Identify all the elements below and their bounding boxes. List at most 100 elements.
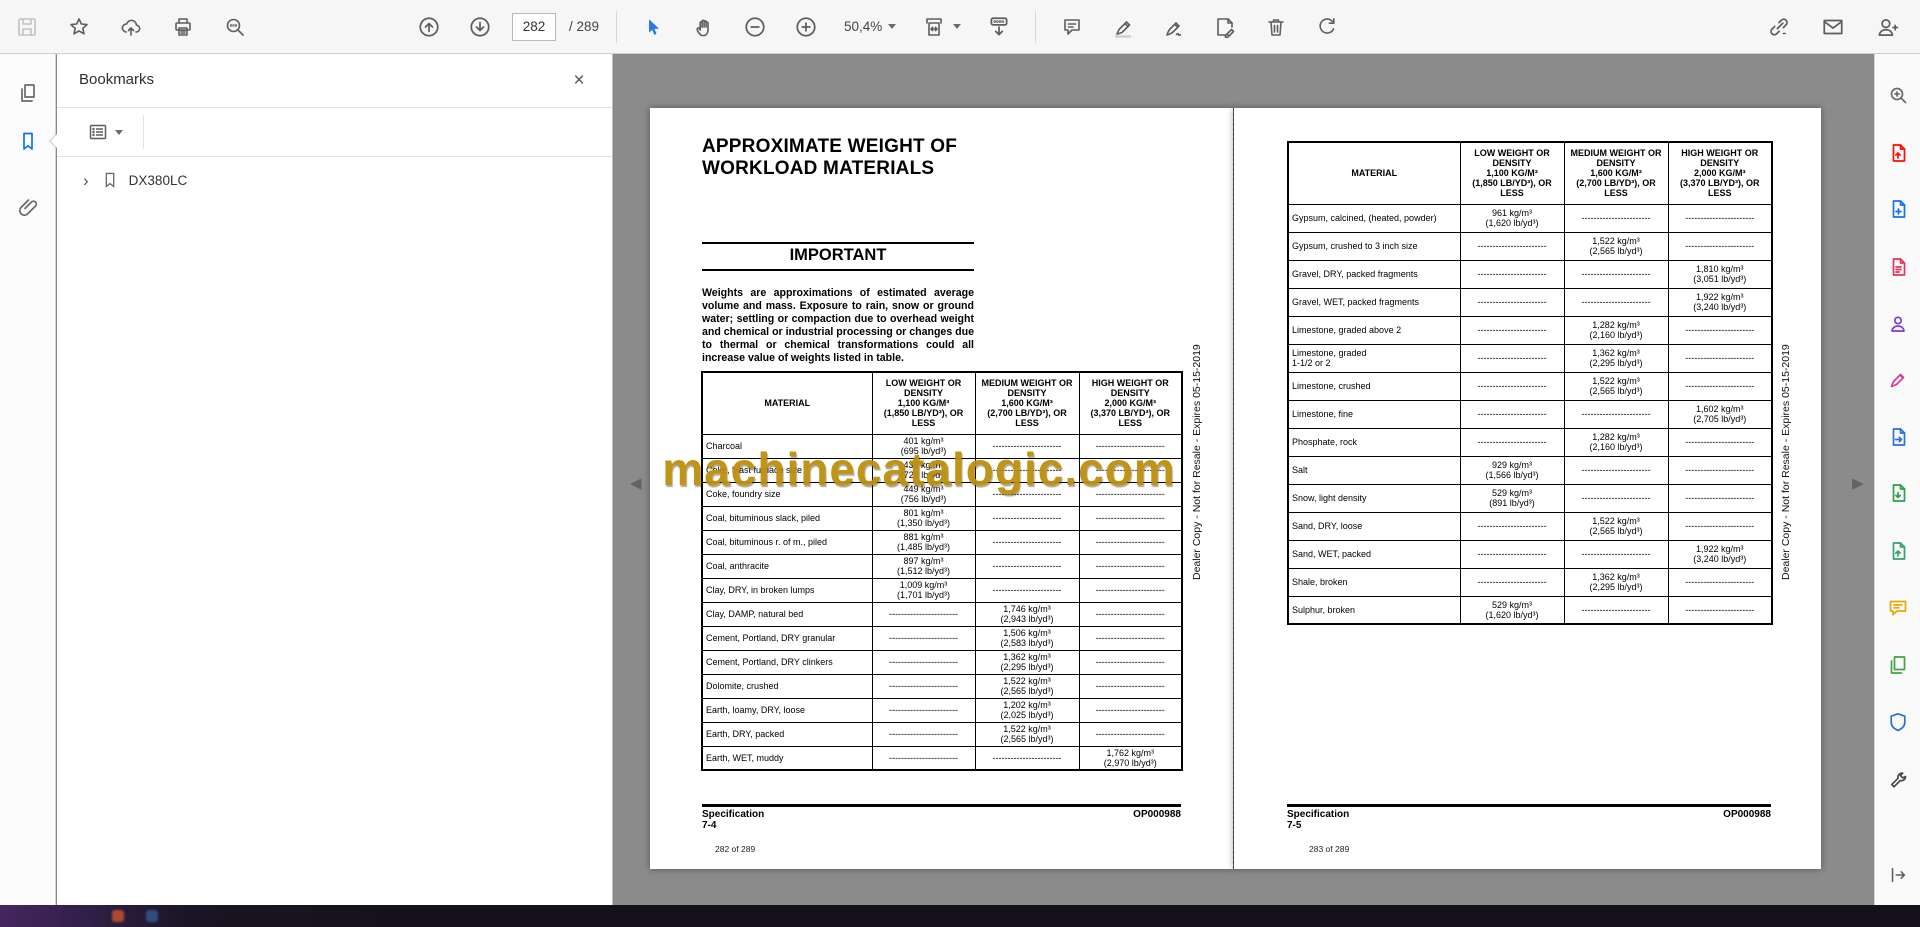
- important-paragraph: Weights are approximations of estimated …: [702, 287, 974, 364]
- upload-cloud-icon[interactable]: [112, 8, 150, 46]
- material-cell: Earth, DRY, packed: [701, 721, 873, 747]
- value-cell: -----------------------: [1459, 315, 1565, 345]
- edit-page-icon[interactable]: [1206, 8, 1244, 46]
- scrolling-mode-icon[interactable]: [980, 8, 1018, 46]
- email-icon[interactable]: [1814, 8, 1852, 46]
- star-icon[interactable]: [60, 8, 98, 46]
- tools-rail: [1874, 54, 1920, 905]
- sign-pen-icon[interactable]: [1155, 8, 1193, 46]
- bookmark-item-dx380lc[interactable]: › DX380LC: [83, 171, 612, 189]
- material-cell: Cement, Portland, DRY clinkers: [701, 649, 873, 675]
- value-cell: -----------------------: [974, 553, 1080, 579]
- table-header-row: MATERIAL LOW WEIGHT OR DENSITY 1,100 KG/M³…: [1287, 141, 1773, 205]
- value-cell: -----------------------: [1667, 203, 1773, 233]
- header-density-medium: MEDIUM WEIGHT OR DENSITY 1,600 KG/M³ (2,70…: [974, 371, 1080, 435]
- next-page-arrow-icon[interactable]: ▶: [1852, 474, 1864, 492]
- table-row: Limestone, crushed ----------------------…: [1287, 371, 1773, 401]
- share-icon[interactable]: [1886, 311, 1910, 335]
- zoom-out-icon[interactable]: [736, 8, 774, 46]
- material-cell: Limestone, crushed: [1287, 371, 1461, 401]
- footer-section: Specification: [702, 809, 765, 820]
- dealer-copy-watermark-text: Dealer Copy - Not for Resale - Expires 0…: [1191, 344, 1203, 580]
- export-pdf-icon[interactable]: [1886, 141, 1910, 165]
- value-cell: -----------------------: [1459, 427, 1565, 457]
- rotate-pages-icon[interactable]: [1308, 8, 1346, 46]
- edit-pdf-icon[interactable]: [1886, 255, 1910, 279]
- value-cell: 1,922 kg/m³ (3,240 lb/yd³): [1667, 287, 1773, 317]
- acrobat-window: / 289 50,4%: [0, 0, 1920, 927]
- attachments-icon[interactable]: [9, 188, 47, 226]
- value-cell: -----------------------: [1667, 315, 1773, 345]
- bookmarks-panel: Bookmarks × › DX380LC: [57, 54, 613, 905]
- taskbar[interactable]: [0, 905, 1920, 927]
- share-link-icon[interactable]: [1760, 8, 1798, 46]
- value-cell: 881 kg/m³ (1,485 lb/yd³): [871, 529, 976, 555]
- hand-tool-icon[interactable]: [685, 8, 723, 46]
- material-cell: Limestone, graded above 2: [1287, 315, 1461, 345]
- value-cell: -----------------------: [1459, 343, 1565, 373]
- collapse-pane-icon[interactable]: [1886, 863, 1910, 887]
- search-icon[interactable]: [216, 8, 254, 46]
- document-view[interactable]: ◀ ▶ APPROXIMATE WEIGHT OF WORKLOAD MATER…: [614, 54, 1873, 905]
- previous-page-icon[interactable]: [410, 8, 448, 46]
- material-cell: Clay, DAMP, natural bed: [701, 601, 873, 627]
- toolbar-share-group: [1760, 0, 1906, 53]
- value-cell: 897 kg/m³ (1,512 lb/yd³): [871, 553, 976, 579]
- fit-width-button[interactable]: [915, 8, 967, 46]
- more-tools-icon[interactable]: [1886, 769, 1910, 793]
- material-cell: Coal, anthracite: [701, 553, 873, 579]
- bookmarks-panel-icon[interactable]: [9, 122, 47, 160]
- zoom-in-icon[interactable]: [787, 8, 825, 46]
- value-cell: -----------------------: [1078, 721, 1183, 747]
- page-thumbnails-icon[interactable]: [9, 74, 47, 112]
- taskbar-app-icon[interactable]: [146, 910, 158, 922]
- table-row: Gypsum, crushed to 3 inch size ----------…: [1287, 231, 1773, 261]
- page-footer: Specification OP000988 7-4: [702, 804, 1181, 831]
- value-cell: -----------------------: [1078, 673, 1183, 699]
- taskbar-app-icon[interactable]: [112, 910, 124, 922]
- export-data-icon[interactable]: [1886, 539, 1910, 563]
- material-cell: Sulphur, broken: [1287, 595, 1461, 625]
- table-row: Gravel, WET, packed fragments -----------…: [1287, 287, 1773, 317]
- expand-chevron-icon[interactable]: ›: [83, 172, 89, 189]
- close-icon[interactable]: ×: [564, 66, 594, 96]
- value-cell: -----------------------: [871, 745, 976, 771]
- table-row: Clay, DAMP, natural bed -----------------…: [701, 601, 1183, 627]
- send-review-icon[interactable]: [1886, 425, 1910, 449]
- select-tool-icon[interactable]: [634, 8, 672, 46]
- value-cell: -----------------------: [1078, 529, 1183, 555]
- comment-bubble-icon[interactable]: [1053, 8, 1091, 46]
- zoom-level-select[interactable]: 50,4%: [838, 8, 902, 46]
- save-icon[interactable]: [8, 8, 46, 46]
- value-cell: -----------------------: [871, 721, 976, 747]
- pdf-page-283: MATERIAL LOW WEIGHT OR DENSITY 1,100 KG/M³…: [1234, 108, 1821, 869]
- toolbar-separator: [616, 10, 618, 43]
- bookmarks-options-row: [57, 108, 612, 157]
- page-number-input[interactable]: [512, 12, 556, 41]
- fill-sign-icon[interactable]: [1886, 367, 1910, 391]
- create-pdf-icon[interactable]: [1886, 197, 1910, 221]
- header-material: MATERIAL: [1287, 141, 1461, 205]
- value-cell: -----------------------: [1078, 649, 1183, 675]
- toolbar-file-group: [8, 0, 254, 53]
- bookmark-options-icon[interactable]: [79, 115, 131, 149]
- invite-people-icon[interactable]: [1868, 8, 1906, 46]
- value-cell: 1,522 kg/m³ (2,565 lb/yd³): [974, 721, 1080, 747]
- value-cell: 1,522 kg/m³ (2,565 lb/yd³): [974, 673, 1080, 699]
- value-cell: -----------------------: [871, 625, 976, 651]
- next-page-icon[interactable]: [461, 8, 499, 46]
- comment-icon[interactable]: [1886, 596, 1910, 620]
- find-tools-icon[interactable]: [1886, 83, 1910, 107]
- table-row: Limestone, graded 1-1/2 or 2 ------------…: [1287, 343, 1773, 373]
- import-data-icon[interactable]: [1886, 481, 1910, 505]
- organize-pages-icon[interactable]: [1886, 653, 1910, 677]
- value-cell: -----------------------: [1667, 511, 1773, 541]
- highlighter-icon[interactable]: [1104, 8, 1142, 46]
- protect-icon[interactable]: [1886, 710, 1910, 734]
- value-cell: -----------------------: [1667, 483, 1773, 513]
- delete-pages-icon[interactable]: [1257, 8, 1295, 46]
- table-row: Sand, WET, packed -----------------------…: [1287, 539, 1773, 569]
- weights-table-left: MATERIAL LOW WEIGHT OR DENSITY 1,100 KG/M³…: [701, 371, 1183, 771]
- value-cell: -----------------------: [974, 577, 1080, 603]
- print-icon[interactable]: [164, 8, 202, 46]
